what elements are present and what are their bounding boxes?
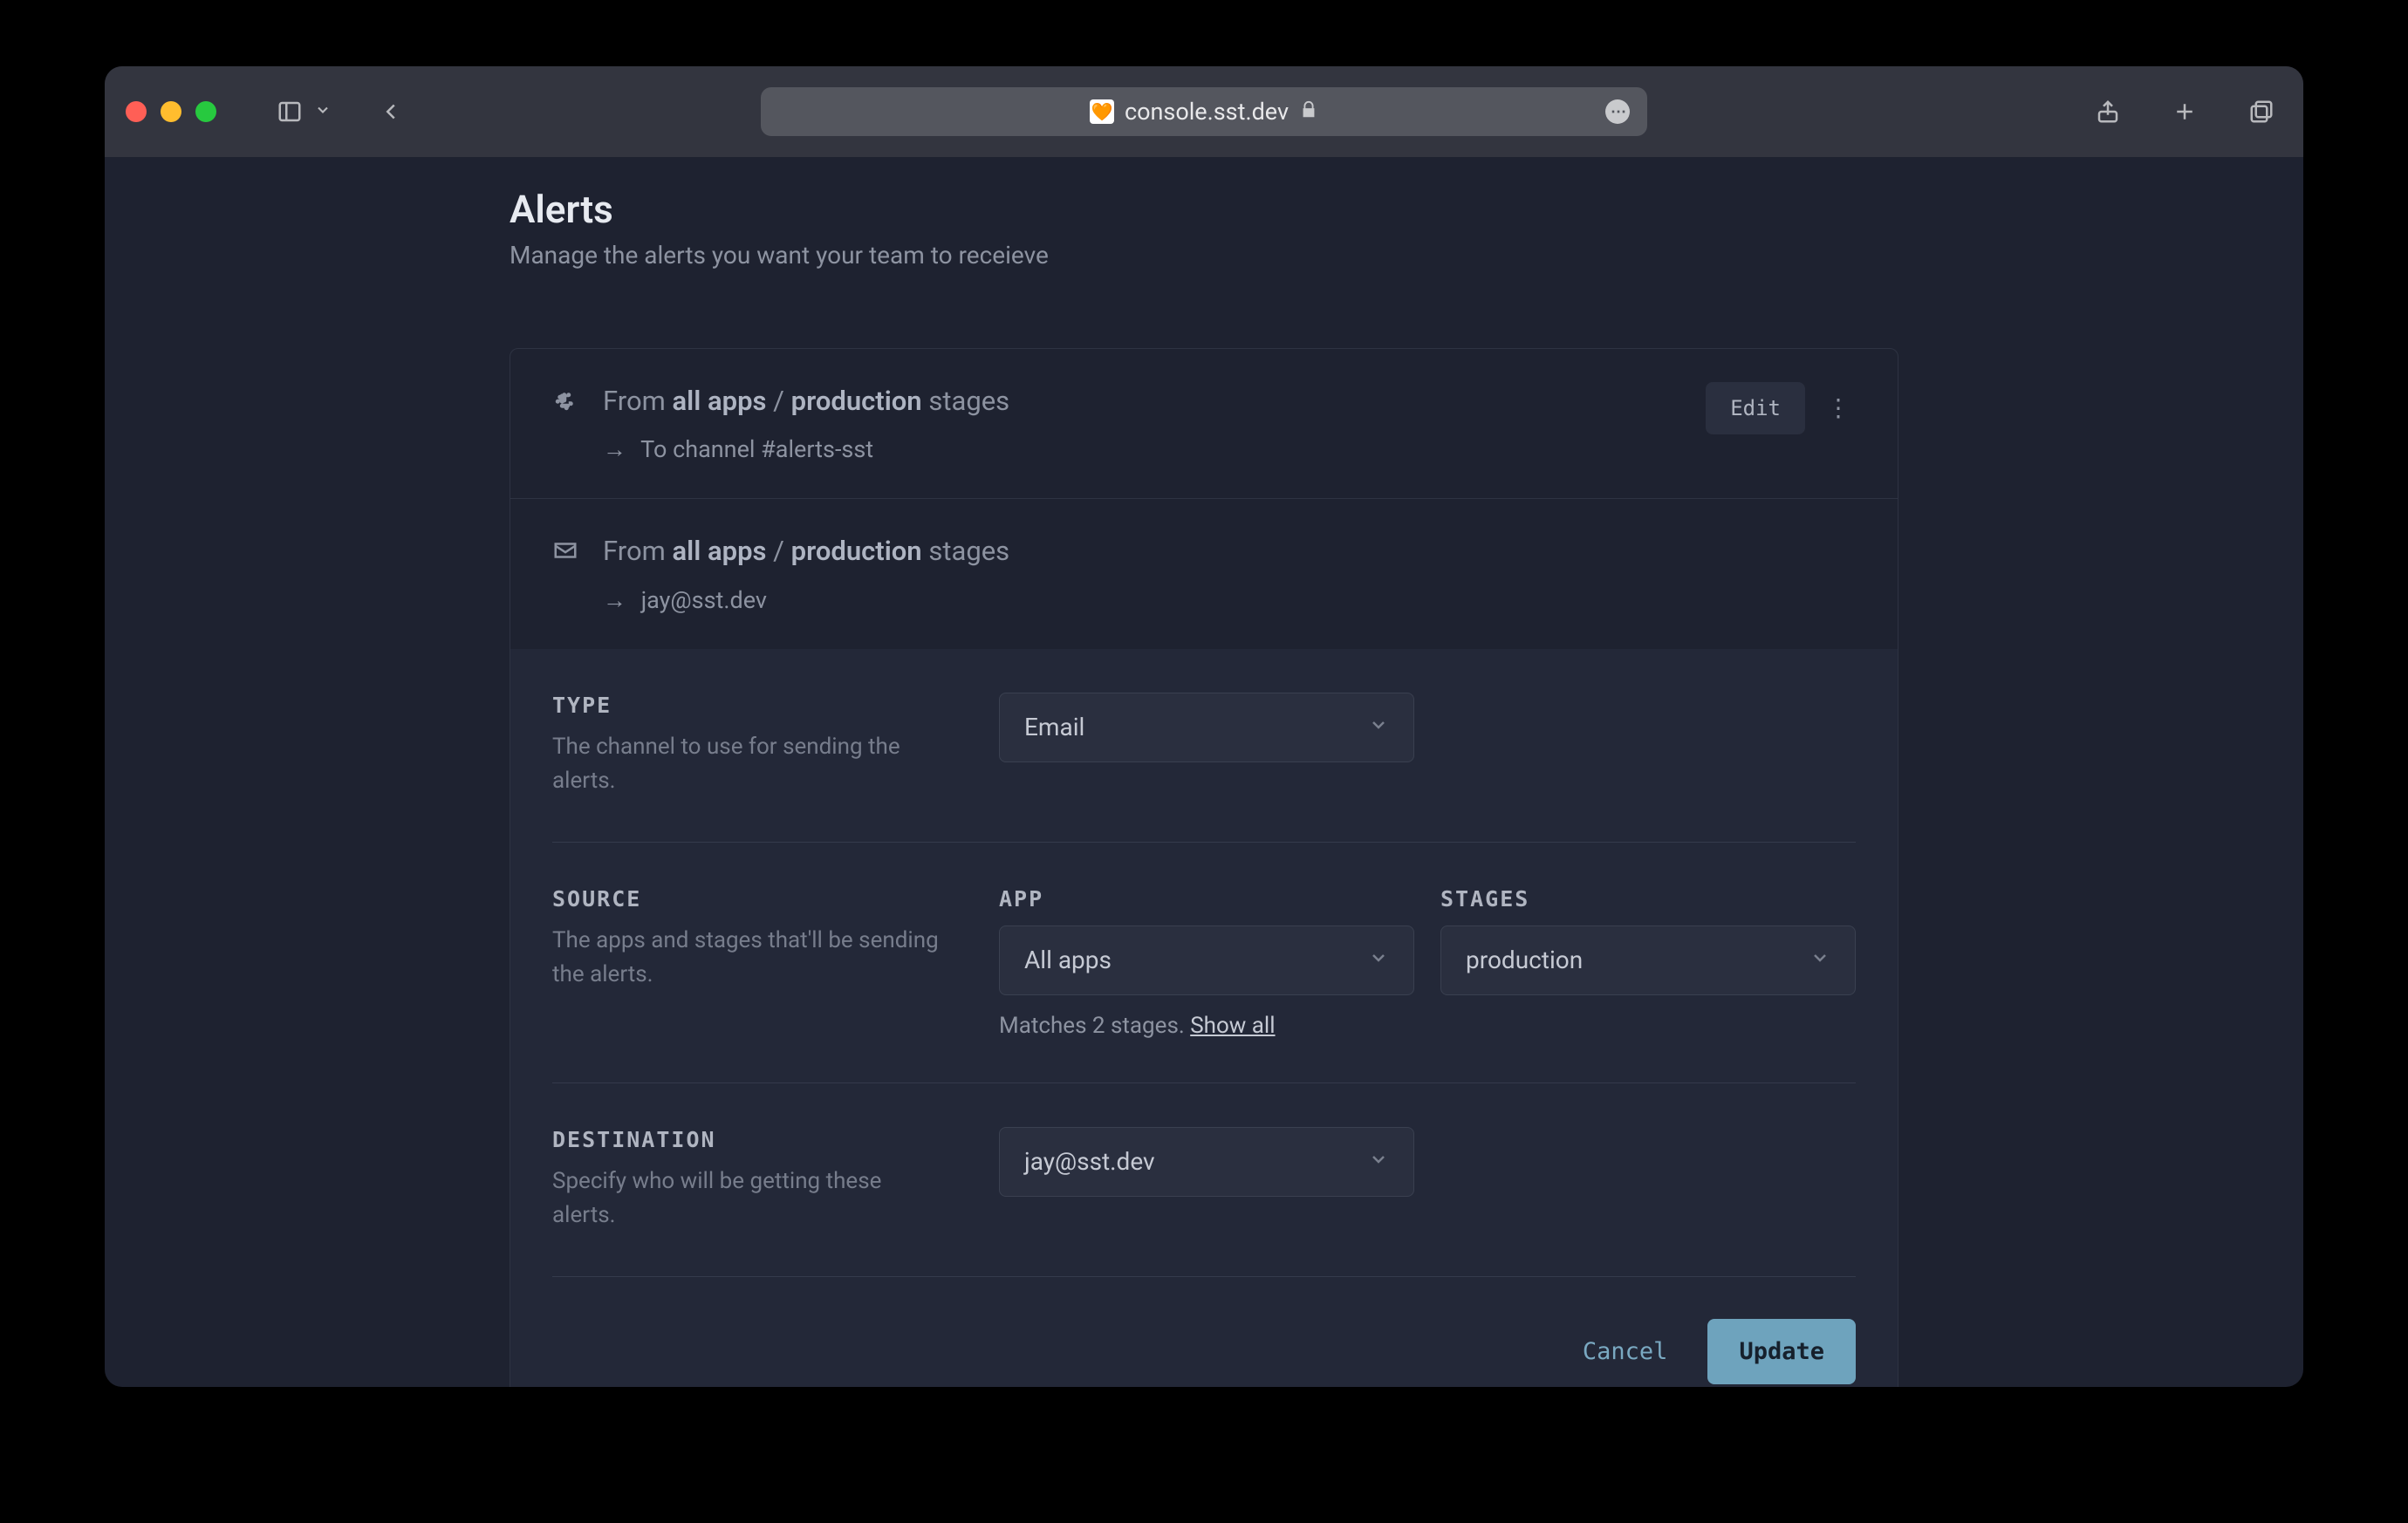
titlebar: 🧡 console.sst.dev ⋯ bbox=[105, 66, 2303, 157]
stages-select-value: production bbox=[1466, 946, 1583, 974]
chevron-down-icon bbox=[1368, 946, 1389, 974]
address-bar[interactable]: 🧡 console.sst.dev ⋯ bbox=[761, 87, 1647, 136]
sidebar-toggle-icon[interactable] bbox=[269, 91, 311, 133]
share-icon[interactable] bbox=[2087, 91, 2129, 133]
email-icon bbox=[552, 537, 578, 563]
alert-editor: TYPE The channel to use for sending the … bbox=[510, 649, 1898, 1387]
chevron-down-icon bbox=[1368, 713, 1389, 741]
page-content: Alerts Manage the alerts you want your t… bbox=[105, 157, 2303, 1387]
stages-hint: Matches 2 stages. Show all bbox=[999, 1013, 1856, 1039]
close-icon[interactable] bbox=[126, 101, 147, 122]
type-select[interactable]: Email bbox=[999, 693, 1414, 762]
slack-icon bbox=[552, 387, 578, 413]
alert-from-text: From all apps / production stages bbox=[603, 532, 1009, 570]
chevron-down-icon bbox=[1809, 946, 1830, 974]
stages-label: STAGES bbox=[1440, 886, 1856, 912]
cancel-button[interactable]: Cancel bbox=[1574, 1319, 1677, 1384]
maximize-icon[interactable] bbox=[195, 101, 216, 122]
alerts-card: From all apps / production stages → To c… bbox=[510, 348, 1898, 1387]
page-subtitle: Manage the alerts you want your team to … bbox=[510, 241, 1898, 270]
chevron-down-icon bbox=[1368, 1147, 1389, 1176]
destination-select-value: jay@sst.dev bbox=[1024, 1147, 1155, 1176]
favicon-icon: 🧡 bbox=[1090, 99, 1114, 124]
chevron-down-icon[interactable] bbox=[314, 101, 335, 122]
show-all-link[interactable]: Show all bbox=[1190, 1013, 1275, 1039]
destination-select[interactable]: jay@sst.dev bbox=[999, 1127, 1414, 1197]
app-select-value: All apps bbox=[1024, 946, 1112, 974]
app-label: APP bbox=[999, 886, 1414, 912]
back-icon[interactable] bbox=[370, 91, 412, 133]
browser-window: 🧡 console.sst.dev ⋯ Alerts Manage the al… bbox=[105, 66, 2303, 1387]
url-text: console.sst.dev bbox=[1125, 98, 1289, 126]
alert-row: From all apps / production stages → To c… bbox=[510, 349, 1898, 499]
alert-to-text: → To channel #alerts-sst bbox=[603, 435, 1009, 463]
source-desc: The apps and stages that'll be sending t… bbox=[552, 924, 947, 992]
type-select-value: Email bbox=[1024, 713, 1084, 741]
reload-icon[interactable]: ⋯ bbox=[1605, 99, 1630, 124]
lock-icon bbox=[1299, 98, 1318, 126]
destination-desc: Specify who will be getting these alerts… bbox=[552, 1164, 947, 1233]
page-title: Alerts bbox=[510, 187, 1898, 232]
more-icon[interactable]: ⋮ bbox=[1821, 389, 1856, 427]
app-select[interactable]: All apps bbox=[999, 925, 1414, 995]
destination-label: DESTINATION bbox=[552, 1127, 947, 1152]
alert-row: From all apps / production stages → jay@… bbox=[510, 499, 1898, 648]
type-desc: The channel to use for sending the alert… bbox=[552, 730, 947, 798]
traffic-lights bbox=[126, 101, 216, 122]
type-label: TYPE bbox=[552, 693, 947, 718]
tabs-icon[interactable] bbox=[2240, 91, 2282, 133]
alert-to-text: → jay@sst.dev bbox=[603, 586, 1009, 614]
edit-button[interactable]: Edit bbox=[1706, 382, 1805, 434]
source-label: SOURCE bbox=[552, 886, 947, 912]
update-button[interactable]: Update bbox=[1707, 1319, 1856, 1384]
minimize-icon[interactable] bbox=[161, 101, 181, 122]
alert-from-text: From all apps / production stages bbox=[603, 382, 1009, 420]
stages-select[interactable]: production bbox=[1440, 925, 1856, 995]
new-tab-icon[interactable] bbox=[2164, 91, 2206, 133]
